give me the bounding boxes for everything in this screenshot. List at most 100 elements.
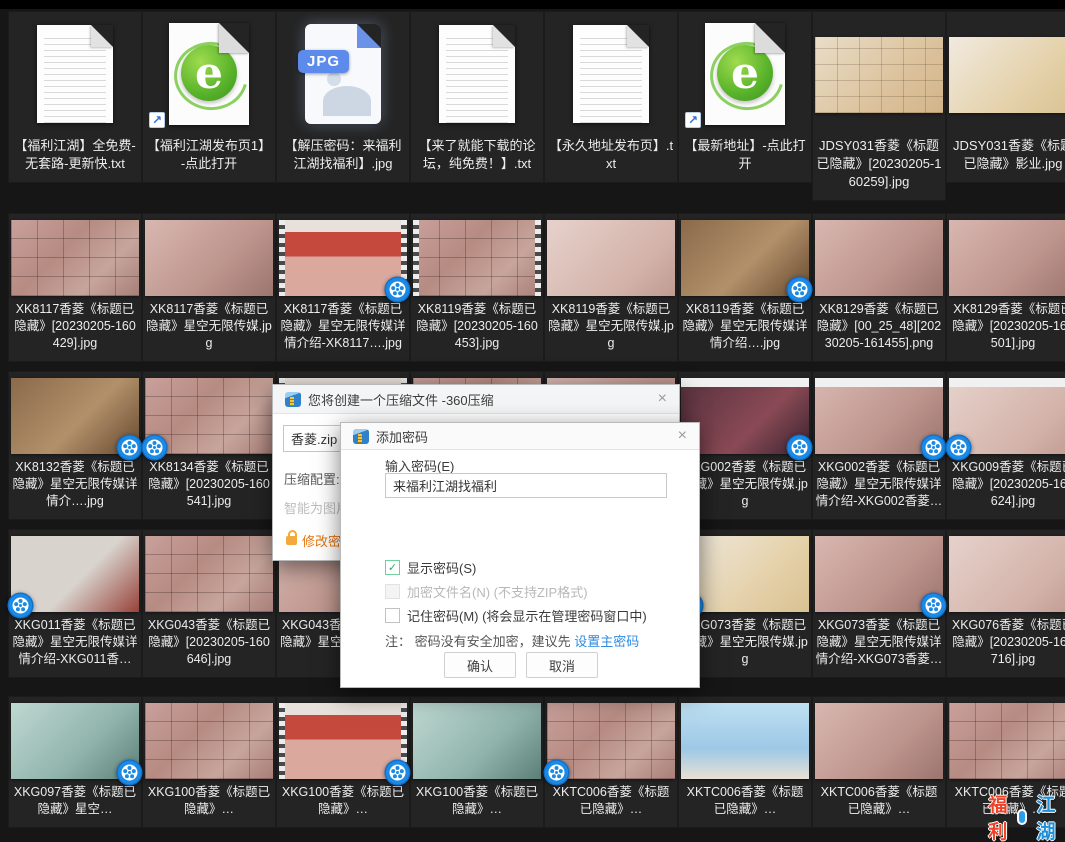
media-player-badge-icon	[116, 434, 143, 461]
add-password-dialog: 添加密码 × 输入密码(E) ✓ 显示密码(S) 加密文件名(N) (不支持ZI…	[340, 422, 700, 688]
file-tile[interactable]: XK8117香菱《标题已隐藏》[20230205-160429].jpg	[8, 213, 142, 362]
360zip-app-icon	[353, 429, 369, 444]
file-caption: XKG097香菱《标题已隐藏》星空…	[11, 784, 139, 818]
image-thumbnail	[11, 703, 139, 779]
file-tile[interactable]: XKTC006香菱《标题已隐藏》…	[678, 696, 812, 828]
media-player-badge-icon	[786, 276, 813, 303]
file-caption: XKTC006香菱《标题已隐藏》…	[547, 784, 675, 818]
lock-icon	[286, 536, 297, 545]
media-player-badge-icon	[384, 759, 411, 786]
media-player-badge-icon	[543, 759, 570, 786]
file-tile[interactable]: XKG076香菱《标题已隐藏》[20230205-160716].jpg	[946, 529, 1065, 678]
jpg-file-icon	[305, 24, 381, 124]
file-tile[interactable]: XK8119香菱《标题已隐藏》[20230205-160453].jpg	[410, 213, 544, 362]
checkbox-unchecked-icon[interactable]	[385, 608, 400, 623]
file-tile[interactable]: XK8117香菱《标题已隐藏》星空无限传媒.jpg	[142, 213, 276, 362]
file-tile[interactable]: XKG073香菱《标题已隐藏》星空无限传媒详情介绍-XKG073香菱…	[812, 529, 946, 678]
file-caption: 【永久地址发布页】.txt	[547, 137, 675, 173]
browser-shortcut-icon: e	[705, 23, 785, 125]
dialog-title: 添加密码	[376, 427, 428, 446]
file-tile[interactable]: XKTC006香菱《标题已隐藏》…	[544, 696, 678, 828]
site-watermark: 福利 江湖	[981, 790, 1063, 842]
image-thumbnail	[11, 378, 139, 454]
file-tile[interactable]: XKG011香菱《标题已隐藏》星空无限传媒详情介绍-XKG011香…	[8, 529, 142, 678]
file-tile[interactable]: XKG009香菱《标题已隐藏》[20230205-160624].jpg	[946, 371, 1065, 520]
file-caption: XKG100香菱《标题已隐藏》…	[413, 784, 541, 818]
mouse-icon	[1017, 809, 1027, 825]
file-tile[interactable]: XKG100香菱《标题已隐藏》…	[276, 696, 410, 828]
360zip-app-icon	[285, 392, 301, 407]
file-caption: XKG100香菱《标题已隐藏》…	[279, 784, 407, 818]
file-tile[interactable]: e ↗ 【最新地址】-点此打开	[678, 11, 812, 183]
encrypt-filename-checkbox: 加密文件名(N) (不支持ZIP格式)	[385, 582, 588, 601]
window-top-edge	[0, 0, 1065, 9]
image-thumbnail	[681, 703, 809, 779]
password-input[interactable]	[385, 473, 667, 498]
password-security-note: 注： 密码没有安全加密，建议先 设置主密码	[385, 631, 639, 650]
file-row: XK8117香菱《标题已隐藏》[20230205-160429].jpg XK8…	[8, 213, 1065, 371]
media-player-badge-icon	[384, 276, 411, 303]
image-thumbnail	[681, 220, 809, 296]
image-thumbnail	[145, 703, 273, 779]
file-caption: XKTC006香菱《标题已隐藏》…	[681, 784, 809, 818]
file-tile[interactable]: JDSY031香菱《标题已隐藏》影业.jpg	[946, 11, 1065, 183]
image-thumbnail	[145, 536, 273, 612]
file-caption: XK8134香菱《标题已隐藏》[20230205-160541].jpg	[145, 459, 273, 510]
file-tile[interactable]: 【福利江湖】全免费-无套路-更新快.txt	[8, 11, 142, 183]
image-thumbnail	[681, 536, 809, 612]
cancel-button[interactable]: 取消	[526, 652, 598, 678]
file-tile[interactable]: XKTC006香菱《标题已隐藏》…	[812, 696, 946, 828]
video-thumbnail	[413, 220, 541, 296]
image-thumbnail	[815, 37, 943, 113]
confirm-button[interactable]: 确认	[444, 652, 516, 678]
file-caption: XKG073香菱《标题已隐藏》星空无限传媒详情介绍-XKG073香菱…	[815, 617, 943, 668]
file-tile[interactable]: XKG100香菱《标题已隐藏》…	[410, 696, 544, 828]
file-caption: XK8117香菱《标题已隐藏》星空无限传媒.jpg	[145, 301, 273, 352]
file-tile[interactable]: JPG 【解压密码：来福利江湖找福利】.jpg	[276, 11, 410, 183]
file-tile[interactable]: 【永久地址发布页】.txt	[544, 11, 678, 183]
file-tile[interactable]: XK8119香菱《标题已隐藏》星空无限传媒.jpg	[544, 213, 678, 362]
file-tile[interactable]: JDSY031香菱《标题已隐藏》[20230205-160259].jpg	[812, 11, 946, 201]
image-thumbnail	[949, 703, 1065, 779]
file-tile[interactable]: XK8129香菱《标题已隐藏》[00_25_48][20230205-16145…	[812, 213, 946, 362]
file-tile[interactable]: XK8119香菱《标题已隐藏》星空无限传媒详情介绍….jpg	[678, 213, 812, 362]
browser-shortcut-icon: e	[169, 23, 249, 125]
media-player-badge-icon	[920, 434, 947, 461]
image-thumbnail	[815, 536, 943, 612]
file-tile[interactable]: XKG002香菱《标题已隐藏》星空无限传媒详情介绍-XKG002香菱…	[812, 371, 946, 520]
set-master-password-link[interactable]: 设置主密码	[574, 634, 639, 649]
file-tile[interactable]: e ↗ 【福利江湖发布页1】-点此打开	[142, 11, 276, 183]
file-caption: XKG073香菱《标题已隐藏》星空无限传媒.jpg	[681, 617, 809, 668]
file-tile[interactable]: XKG043香菱《标题已隐藏》[20230205-160646].jpg	[142, 529, 276, 678]
image-thumbnail	[949, 536, 1065, 612]
checkbox-disabled-icon	[385, 584, 400, 599]
dialog-titlebar[interactable]: 添加密码 ×	[341, 423, 699, 450]
media-player-badge-icon	[945, 434, 972, 461]
file-caption: JDSY031香菱《标题已隐藏》影业.jpg	[949, 137, 1065, 173]
file-caption: 【来了就能下载的论坛，纯免费！】.txt	[413, 137, 541, 173]
show-password-checkbox[interactable]: ✓ 显示密码(S)	[385, 558, 476, 577]
file-tile[interactable]: 【来了就能下载的论坛，纯免费！】.txt	[410, 11, 544, 183]
file-tile[interactable]: XK8132香菱《标题已隐藏》星空无限传媒详情介….jpg	[8, 371, 142, 520]
remember-password-checkbox[interactable]: 记住密码(M) (将会显示在管理密码窗口中)	[385, 606, 647, 625]
file-caption: 【福利江湖发布页1】-点此打开	[145, 137, 273, 173]
checkbox-checked-icon[interactable]: ✓	[385, 560, 400, 575]
compress-config-label: 压缩配置:	[284, 469, 340, 488]
file-tile[interactable]: XKG100香菱《标题已隐藏》…	[142, 696, 276, 828]
video-thumbnail	[279, 220, 407, 296]
file-caption: XKG043香菱《标题已隐藏》[20230205-160646].jpg	[145, 617, 273, 668]
close-icon[interactable]: ×	[658, 391, 667, 407]
file-caption: XKG011香菱《标题已隐藏》星空无限传媒详情介绍-XKG011香…	[11, 617, 139, 668]
file-caption: XK8117香菱《标题已隐藏》[20230205-160429].jpg	[11, 301, 139, 352]
file-tile[interactable]: XK8129香菱《标题已隐藏》[20230205-160501].jpg	[946, 213, 1065, 362]
file-tile[interactable]: XK8134香菱《标题已隐藏》[20230205-160541].jpg	[142, 371, 276, 520]
image-thumbnail	[413, 703, 541, 779]
video-thumbnail	[279, 703, 407, 779]
file-tile[interactable]: XKG097香菱《标题已隐藏》星空…	[8, 696, 142, 828]
close-icon[interactable]: ×	[678, 428, 687, 444]
file-tile[interactable]: XK8117香菱《标题已隐藏》星空无限传媒详情介绍-XK8117….jpg	[276, 213, 410, 362]
image-thumbnail	[949, 220, 1065, 296]
file-caption: XKTC006香菱《标题已隐藏》…	[815, 784, 943, 818]
dialog-titlebar[interactable]: 您将创建一个压缩文件 -360压缩 ×	[273, 385, 679, 414]
image-thumbnail	[547, 220, 675, 296]
